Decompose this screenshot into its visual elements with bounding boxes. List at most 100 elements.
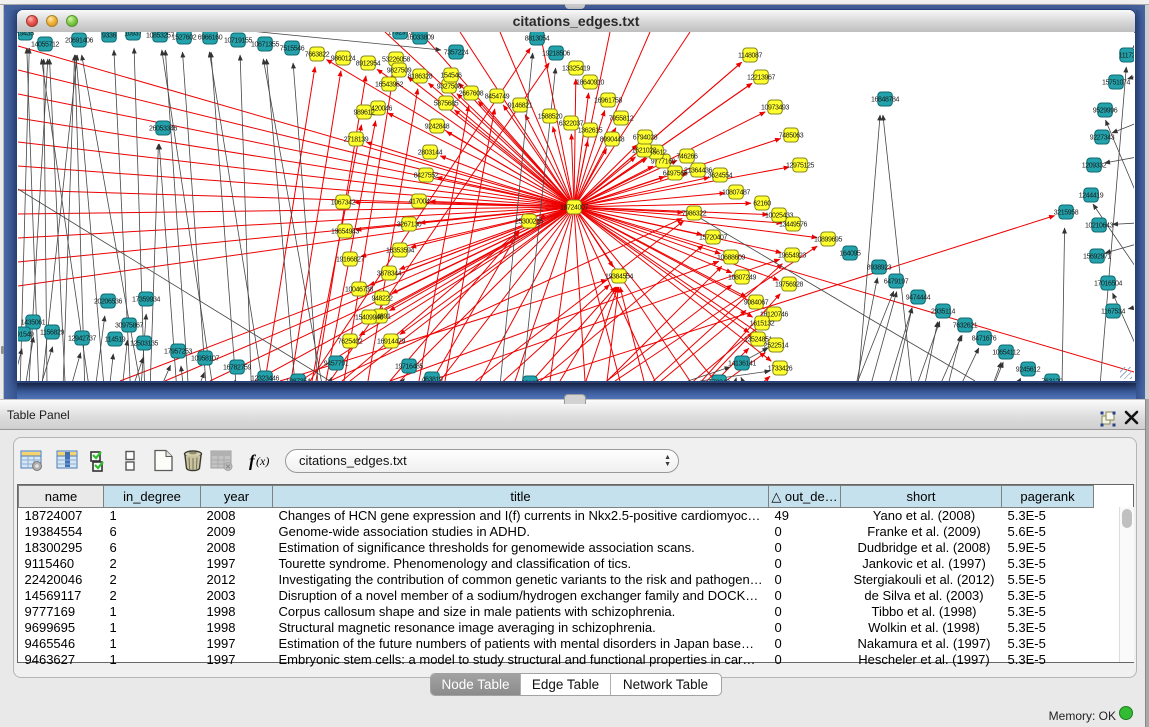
svg-text:10688609: 10688609 bbox=[717, 254, 745, 261]
svg-text:11172: 11172 bbox=[1119, 52, 1134, 59]
svg-text:1792973: 1792973 bbox=[388, 32, 413, 36]
svg-text:1588520: 1588520 bbox=[538, 113, 563, 120]
svg-text:989612: 989612 bbox=[354, 109, 375, 116]
svg-text:9474444: 9474444 bbox=[906, 294, 931, 301]
svg-text:8938923: 8938923 bbox=[867, 264, 892, 271]
svg-text:6794028: 6794028 bbox=[633, 134, 658, 141]
svg-text:25300215: 25300215 bbox=[515, 218, 543, 225]
svg-text:9245612: 9245612 bbox=[1016, 366, 1041, 373]
svg-text:417004: 417004 bbox=[409, 198, 430, 205]
svg-text:19218506: 19218506 bbox=[542, 50, 570, 57]
svg-text:10807487: 10807487 bbox=[722, 189, 750, 196]
svg-text:763120: 763120 bbox=[1042, 378, 1063, 381]
svg-text:8912954: 8912954 bbox=[356, 60, 381, 67]
svg-text:16961758: 16961758 bbox=[594, 97, 622, 104]
svg-text:17016504: 17016504 bbox=[1094, 280, 1122, 287]
svg-text:10937: 10937 bbox=[124, 32, 142, 37]
svg-text:6497568: 6497568 bbox=[663, 170, 688, 177]
svg-text:10046738: 10046738 bbox=[345, 286, 373, 293]
svg-text:14055712: 14055712 bbox=[31, 41, 59, 48]
svg-text:9242848: 9242848 bbox=[425, 123, 450, 130]
svg-text:12942737: 12942737 bbox=[68, 335, 96, 342]
svg-text:18807249: 18807249 bbox=[728, 274, 756, 281]
svg-text:13325419: 13325419 bbox=[562, 65, 590, 72]
svg-text:2667608: 2667608 bbox=[459, 90, 484, 97]
svg-text:12213967: 12213967 bbox=[747, 74, 775, 81]
svg-text:7515546: 7515546 bbox=[280, 45, 305, 52]
svg-text:1148087: 1148087 bbox=[738, 52, 762, 59]
svg-text:2718139: 2718139 bbox=[344, 136, 369, 143]
svg-text:7955812: 7955812 bbox=[609, 115, 634, 122]
svg-text:1615132: 1615132 bbox=[750, 320, 775, 327]
svg-text:15751074: 15751074 bbox=[1102, 79, 1130, 86]
svg-text:19384554: 19384554 bbox=[605, 273, 633, 280]
svg-text:16914479: 16914479 bbox=[377, 338, 405, 345]
svg-text:114519: 114519 bbox=[105, 336, 126, 343]
svg-text:53226058: 53226058 bbox=[382, 56, 410, 63]
svg-text:62160: 62160 bbox=[753, 200, 771, 207]
svg-text:9227343: 9227343 bbox=[1090, 134, 1115, 141]
svg-text:19756928: 19756928 bbox=[775, 281, 803, 288]
svg-text:6322037: 6322037 bbox=[559, 120, 584, 127]
svg-text:12323446: 12323446 bbox=[251, 375, 279, 381]
svg-text:10719155: 10719155 bbox=[224, 37, 252, 44]
svg-text:9084067: 9084067 bbox=[744, 299, 769, 306]
svg-text:5875685: 5875685 bbox=[434, 100, 459, 107]
svg-text:15409948: 15409948 bbox=[355, 314, 383, 321]
svg-text:10973493: 10973493 bbox=[761, 104, 789, 111]
svg-text:9457791: 9457791 bbox=[324, 360, 349, 367]
svg-text:16353594: 16353594 bbox=[386, 247, 414, 254]
svg-text:9860124: 9860124 bbox=[331, 55, 356, 62]
svg-text:21364436: 21364436 bbox=[684, 167, 712, 174]
svg-text:7485063: 7485063 bbox=[779, 132, 804, 139]
svg-text:2522514: 2522514 bbox=[764, 342, 789, 349]
svg-text:7986322: 7986322 bbox=[682, 210, 707, 217]
svg-text:7625402: 7625402 bbox=[338, 338, 363, 345]
svg-text:17957253: 17957253 bbox=[164, 348, 192, 355]
svg-text:8186328: 8186328 bbox=[408, 73, 433, 80]
svg-text:1156829: 1156829 bbox=[40, 329, 64, 336]
svg-text:15692971: 15692971 bbox=[1083, 253, 1111, 260]
svg-text:16782759: 16782759 bbox=[223, 364, 251, 371]
svg-text:6479197: 6479197 bbox=[884, 278, 909, 285]
svg-text:9146821: 9146821 bbox=[508, 102, 533, 109]
svg-text:12503135: 12503135 bbox=[130, 340, 158, 347]
svg-text:8990448: 8990448 bbox=[600, 136, 625, 143]
svg-text:173342: 173342 bbox=[709, 379, 730, 381]
svg-text:17359934: 17359934 bbox=[132, 296, 160, 303]
svg-text:10654112: 10654112 bbox=[992, 349, 1020, 356]
svg-text:1435061: 1435061 bbox=[21, 319, 46, 326]
svg-text:8813054: 8813054 bbox=[525, 35, 550, 42]
svg-text:14136141: 14136141 bbox=[728, 360, 756, 367]
svg-text:10853257: 10853257 bbox=[146, 32, 174, 39]
svg-text:(x): (x) bbox=[256, 454, 269, 468]
svg-text:19716485: 19716485 bbox=[395, 363, 423, 370]
svg-text:9529996: 9529996 bbox=[1093, 107, 1118, 114]
svg-text:164095: 164095 bbox=[840, 250, 861, 257]
svg-text:7357224: 7357224 bbox=[444, 49, 469, 56]
svg-text:16543962: 16543962 bbox=[375, 81, 403, 88]
svg-text:10958107: 10958107 bbox=[191, 355, 219, 362]
svg-text:2803144: 2803144 bbox=[418, 149, 443, 156]
svg-text:7663822: 7663822 bbox=[305, 51, 330, 58]
svg-text:154546: 154546 bbox=[441, 72, 462, 79]
svg-text:1621022: 1621022 bbox=[632, 147, 657, 154]
svg-text:30975867: 30975867 bbox=[115, 322, 143, 329]
svg-text:391549: 391549 bbox=[18, 331, 34, 338]
svg-text:15720407: 15720407 bbox=[699, 234, 727, 241]
svg-text:1167534: 1167534 bbox=[1101, 308, 1125, 315]
svg-text:10899695: 10899695 bbox=[814, 236, 842, 243]
svg-text:3215958: 3215958 bbox=[1054, 209, 1079, 216]
svg-text:20691406: 20691406 bbox=[65, 37, 93, 44]
svg-text:1209332: 1209332 bbox=[1082, 162, 1107, 169]
svg-text:12975125: 12975125 bbox=[786, 162, 814, 169]
svg-text:948222: 948222 bbox=[372, 295, 393, 302]
svg-text:18724007: 18724007 bbox=[560, 204, 588, 211]
svg-text:3267130: 3267130 bbox=[397, 221, 422, 228]
svg-text:6966160: 6966160 bbox=[198, 34, 223, 41]
svg-text:1987354: 1987354 bbox=[286, 378, 311, 381]
svg-text:26053346: 26053346 bbox=[149, 125, 177, 132]
svg-text:3878344: 3878344 bbox=[377, 270, 402, 277]
svg-text:463819: 463819 bbox=[422, 376, 443, 381]
svg-text:1733426: 1733426 bbox=[768, 365, 793, 372]
